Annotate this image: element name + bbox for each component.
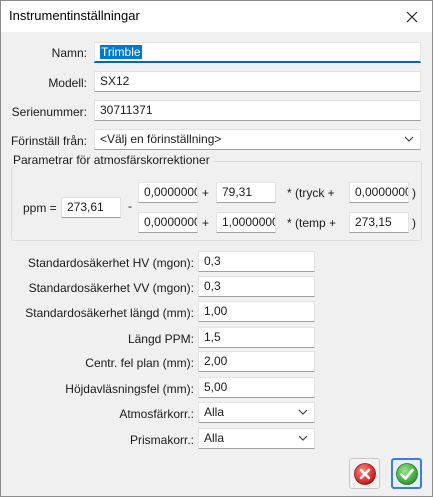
model-field[interactable]: SX12 <box>94 71 421 92</box>
atmos-correction-dropdown[interactable]: Alla <box>198 402 315 423</box>
minus-sign: - <box>128 199 132 213</box>
atmos-correction-label: Atmosfärkorr.: <box>119 407 194 421</box>
pressure-label: * (tryck + <box>287 186 335 200</box>
paren-close-2: ) <box>412 216 416 230</box>
centering-error-field[interactable]: 2,00 <box>198 351 315 372</box>
serial-field[interactable]: 30711371 <box>94 100 421 121</box>
ppm-label: ppm = <box>23 201 57 215</box>
coef-c2-field[interactable]: 273,15 <box>349 212 409 233</box>
centering-error-label: Centr. fel plan (mm): <box>85 356 194 370</box>
preset-value: <Välj en förinställning> <box>100 132 222 146</box>
ok-button[interactable] <box>391 458 422 489</box>
serial-label: Serienummer: <box>11 105 87 119</box>
chevron-down-icon <box>298 435 308 441</box>
preset-dropdown[interactable]: <Välj en förinställning> <box>94 129 421 150</box>
length-accuracy-field[interactable]: 1,00 <box>198 301 315 322</box>
window-title: Instrumentinställningar <box>9 8 140 23</box>
titlebar: Instrumentinställningar <box>1 1 432 32</box>
vv-accuracy-field[interactable]: 0,3 <box>198 276 315 297</box>
name-value: Trimble <box>100 45 142 59</box>
plus-sign-2: + <box>202 216 210 230</box>
ok-check-icon <box>395 462 418 485</box>
vv-accuracy-label: Standardosäkerhet VV (mgon): <box>28 281 194 295</box>
plus-sign-1: + <box>202 186 210 200</box>
height-error-field[interactable]: 5,00 <box>198 377 315 398</box>
hv-accuracy-label: Standardosäkerhet HV (mgon): <box>27 256 194 270</box>
close-icon <box>406 11 418 23</box>
prism-correction-dropdown[interactable]: Alla <box>198 428 315 449</box>
cancel-icon <box>353 462 376 485</box>
coef-a1-field[interactable]: 0,0000000 <box>138 182 198 203</box>
length-ppm-field[interactable]: 1,5 <box>198 327 315 348</box>
height-error-label: Höjdavläsningsfel (mm): <box>65 382 194 396</box>
chevron-down-icon <box>404 136 414 142</box>
coef-a2-field[interactable]: 0,0000000 <box>138 212 198 233</box>
instrument-settings-dialog: Instrumentinställningar Namn: Trimble Mo… <box>0 0 433 497</box>
chevron-down-icon <box>298 409 308 415</box>
prism-correction-label: Prismakorr.: <box>129 433 194 447</box>
temperature-label: * (temp + <box>287 216 337 230</box>
atmos-group-title: Parametrar för atmosfärskorrektioner <box>10 153 213 167</box>
prism-correction-value: Alla <box>204 431 225 445</box>
close-button[interactable] <box>402 7 422 27</box>
coef-b1-field[interactable]: 79,31 <box>216 182 276 203</box>
length-accuracy-label: Standardosäkerhet längd (mm): <box>25 306 194 320</box>
coef-c1-field[interactable]: 0,0000000 <box>349 182 409 203</box>
paren-close-1: ) <box>412 186 416 200</box>
name-label: Namn: <box>51 46 87 60</box>
coef-b2-field[interactable]: 1,0000000 <box>216 212 276 233</box>
hv-accuracy-field[interactable]: 0,3 <box>198 251 315 272</box>
ppm-field[interactable]: 273,61 <box>61 197 121 218</box>
length-ppm-label: Längd PPM: <box>127 332 194 346</box>
atmos-correction-value: Alla <box>204 405 225 419</box>
model-label: Modell: <box>48 76 87 90</box>
preset-label: Förinställ från: <box>10 134 87 148</box>
cancel-button[interactable] <box>349 458 380 489</box>
name-field[interactable]: Trimble <box>94 42 421 63</box>
